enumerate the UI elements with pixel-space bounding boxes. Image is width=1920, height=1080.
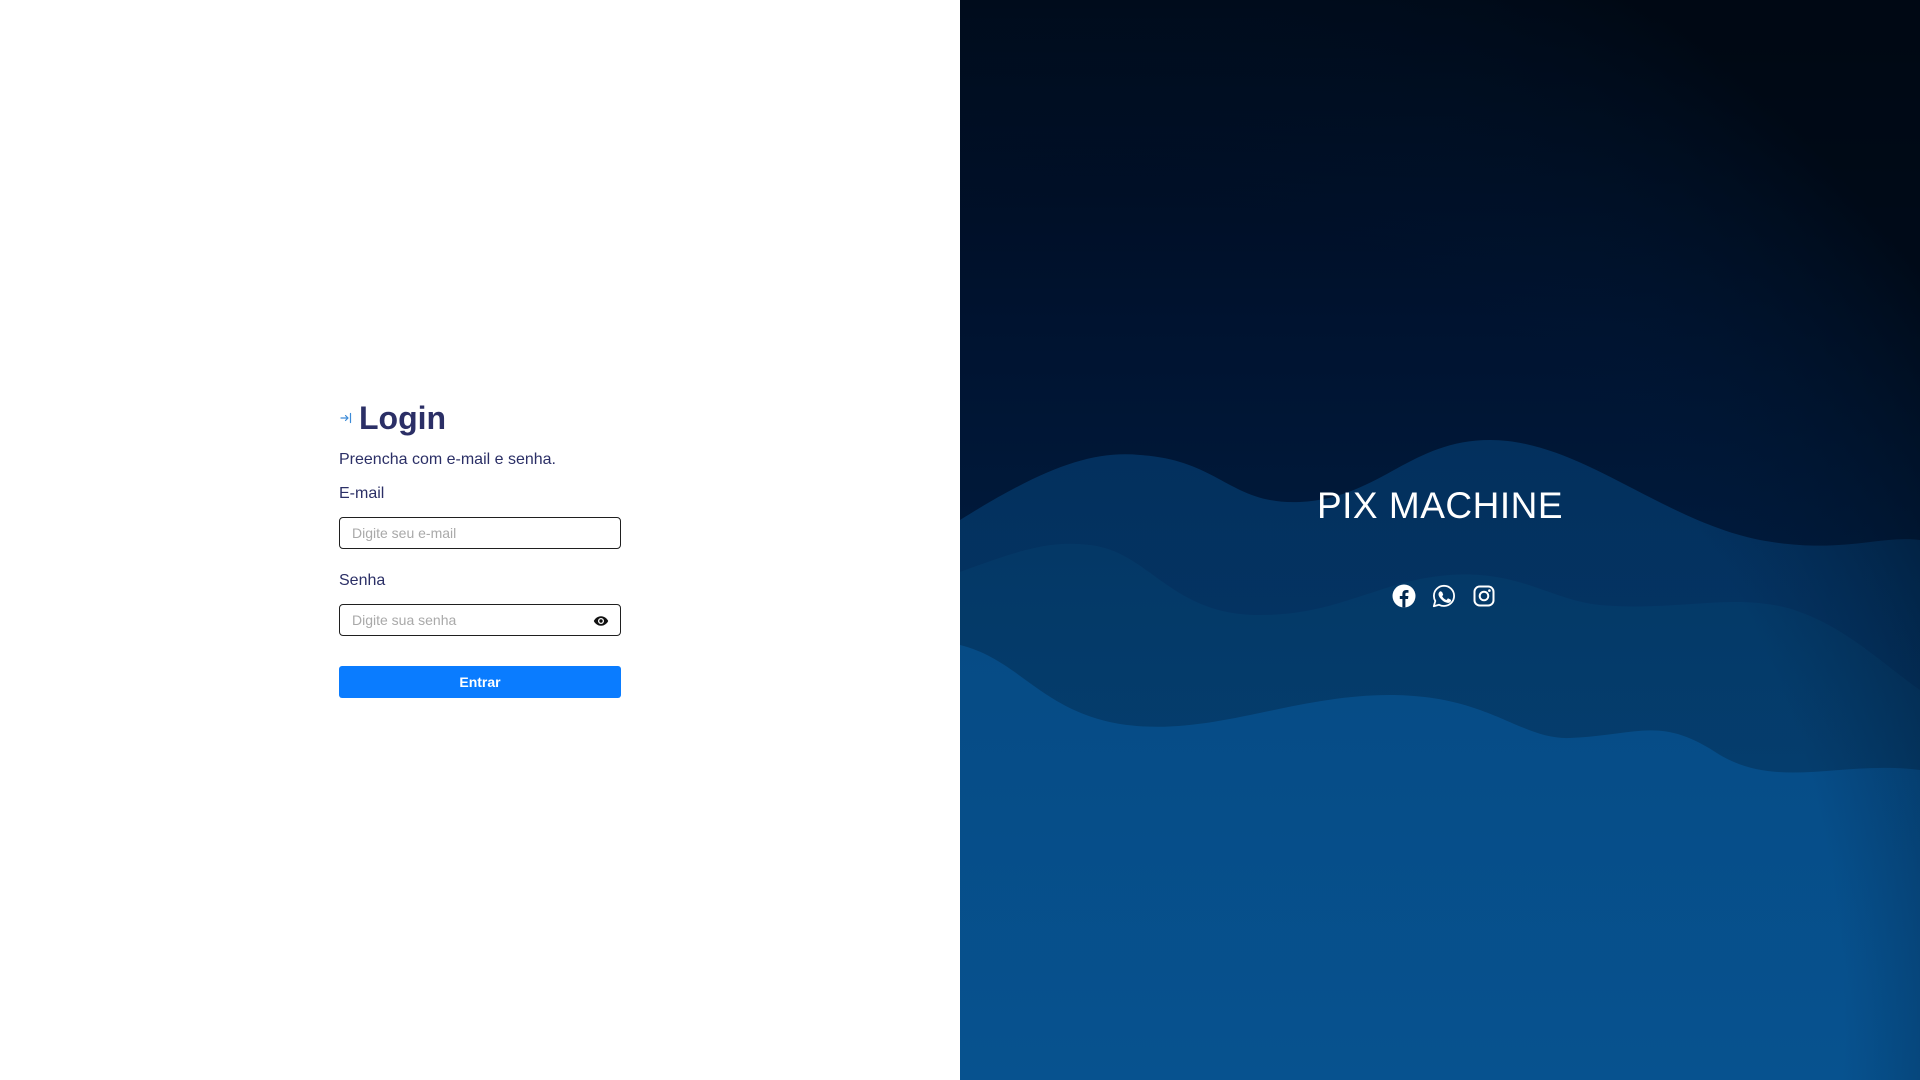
brand-name: PIX MACHINE [1316,485,1564,526]
social-links [960,584,1920,608]
email-field-wrapper [339,517,621,549]
whatsapp-icon[interactable] [1432,584,1456,608]
email-field[interactable] [340,518,620,548]
login-subtitle: Preencha com e-mail e senha. [339,451,556,468]
login-panel: Login Preencha com e-mail e senha. E-mai… [0,0,960,1080]
submit-button[interactable]: Entrar [339,666,621,698]
wave-background [960,0,1920,1080]
login-form: Login Preencha com e-mail e senha. E-mai… [339,398,621,698]
brand-panel: PIX MACHINE [960,0,1920,1080]
email-label: E-mail [339,485,385,502]
password-field[interactable] [340,605,620,635]
instagram-icon[interactable] [1472,584,1496,608]
login-heading: Login [339,398,621,438]
password-label: Senha [339,572,386,589]
login-arrow-icon [340,412,352,424]
page-title: Login [359,400,447,436]
eye-icon[interactable] [593,613,609,629]
facebook-icon[interactable] [1392,584,1416,608]
password-field-wrapper [339,604,621,636]
